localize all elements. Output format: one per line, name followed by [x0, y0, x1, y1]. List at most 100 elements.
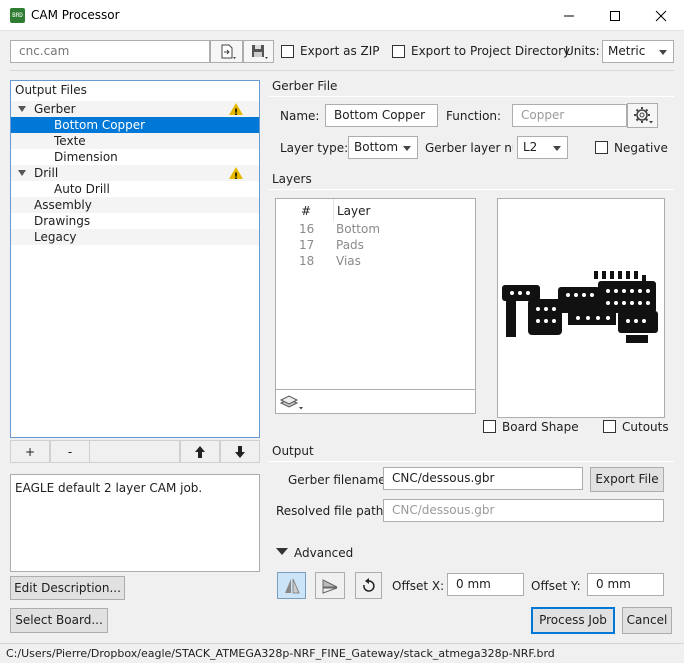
tree-header: Output Files	[15, 83, 87, 97]
description-box[interactable]: EAGLE default 2 layer CAM job.	[10, 474, 260, 572]
cutouts-checkbox[interactable]	[603, 420, 616, 433]
units-select[interactable]: Metric	[602, 40, 674, 63]
cutouts-label: Cutouts	[622, 420, 669, 434]
gerber-layer-label: Gerber layer nur	[425, 141, 513, 155]
tree-item-drawings[interactable]: Drawings	[11, 213, 259, 229]
mirror-button[interactable]	[277, 572, 306, 599]
layer-type-label: Layer type:	[280, 141, 349, 155]
tree-item-auto-drill[interactable]: Auto Drill	[11, 181, 259, 197]
tree-item-label: Drill	[34, 166, 59, 180]
negative-checkbox[interactable]	[595, 141, 608, 154]
tree-toolbar-spacer	[90, 440, 180, 463]
gerber-layer-select[interactable]: L2	[517, 136, 568, 159]
maximize-button[interactable]	[592, 0, 638, 31]
layers-edit-button[interactable]	[278, 391, 306, 413]
rotate-icon	[362, 578, 375, 592]
tree-item-legacy[interactable]: Legacy	[11, 229, 259, 245]
divider	[268, 189, 674, 190]
remove-output-button[interactable]: -	[50, 440, 90, 463]
tree-item-label: Bottom Copper	[54, 118, 146, 132]
chevron-down-icon	[553, 146, 561, 151]
layers-group-label: Layers	[272, 172, 312, 186]
app-icon: BRD	[10, 8, 25, 23]
board-shape-checkbox[interactable]	[483, 420, 496, 433]
offset-x-input[interactable]: 0 mm	[447, 573, 524, 596]
board-preview	[497, 198, 665, 418]
tree-item-drill[interactable]: Drill	[11, 165, 259, 185]
pcb-preview-image	[498, 253, 664, 363]
resolved-path-input: CNC/dessous.gbr	[383, 499, 664, 522]
close-button[interactable]	[638, 0, 684, 31]
add-label: +	[24, 445, 36, 459]
tree-item-label: Assembly	[34, 198, 92, 212]
units-label: Units:	[565, 44, 600, 58]
layer-name: Vias	[336, 254, 361, 268]
layer-name: Bottom	[336, 222, 381, 236]
layers-icon	[279, 395, 303, 410]
minimize-button[interactable]	[546, 0, 592, 31]
output-group-label: Output	[272, 444, 314, 458]
layer-type-select[interactable]: Bottom	[348, 136, 418, 159]
remove-label: -	[67, 445, 73, 459]
layers-col-num: #	[301, 204, 312, 218]
move-down-button[interactable]	[220, 440, 260, 463]
select-board-button[interactable]: Select Board...	[10, 608, 108, 633]
name-label: Name:	[280, 109, 320, 123]
chevron-down-icon	[403, 146, 411, 151]
units-value: Metric	[608, 44, 646, 58]
warning-icon	[229, 167, 243, 185]
board-shape-label: Board Shape	[502, 420, 579, 434]
tree-item-label: Gerber	[34, 102, 76, 116]
advanced-label[interactable]: Advanced	[294, 546, 353, 560]
offset-y-label: Offset Y:	[531, 579, 581, 593]
add-output-button[interactable]: +	[10, 440, 50, 463]
gerber-file-group-label: Gerber File	[272, 79, 338, 93]
negative-label: Negative	[614, 141, 668, 155]
offset-x-label: Offset X:	[392, 579, 445, 593]
layer-row[interactable]: 18 Vias	[276, 254, 475, 270]
layer-num: 17	[299, 238, 315, 252]
layers-col-layer: Layer	[337, 204, 371, 218]
layer-type-value: Bottom	[354, 140, 399, 154]
tree-item-dimension[interactable]: Dimension	[11, 149, 259, 165]
function-settings-button[interactable]	[627, 103, 658, 128]
export-file-button[interactable]: Export File	[590, 467, 664, 492]
layer-num: 16	[299, 222, 315, 236]
layer-row[interactable]: 17 Pads	[276, 238, 475, 254]
layers-list[interactable]: # Layer 16 Bottom 17 Pads 18 Vias	[275, 198, 476, 390]
load-cam-button[interactable]	[210, 40, 243, 63]
tree-item-label: Legacy	[34, 230, 77, 244]
tree-item-gerber[interactable]: Gerber	[11, 101, 259, 121]
process-job-button[interactable]: Process Job	[531, 607, 615, 634]
tree-item-bottom-copper[interactable]: Bottom Copper	[11, 117, 259, 133]
expand-arrow-icon	[18, 106, 26, 112]
save-cam-button[interactable]	[243, 40, 274, 63]
gerber-layer-value: L2	[523, 140, 538, 154]
maximize-icon	[610, 10, 620, 21]
function-input[interactable]: Copper	[512, 104, 627, 127]
gear-icon	[633, 107, 653, 124]
export-project-dir-label: Export to Project Directory	[411, 44, 571, 58]
cancel-button[interactable]: Cancel	[622, 607, 672, 634]
tree-item-texte[interactable]: Texte	[11, 133, 259, 149]
board-path: C:/Users/Pierre/Dropbox/eagle/STACK_ATME…	[6, 647, 555, 660]
advanced-expand-icon[interactable]	[276, 548, 288, 555]
close-icon	[655, 10, 667, 21]
cam-file-input[interactable]: cnc.cam	[10, 40, 210, 63]
layer-row[interactable]: 16 Bottom	[276, 222, 475, 238]
output-files-tree[interactable]: Output Files Gerber Bottom Copper Texte …	[10, 80, 260, 438]
tree-item-assembly[interactable]: Assembly	[11, 197, 259, 213]
tree-item-label: Texte	[54, 134, 86, 148]
gerber-filename-input[interactable]: CNC/dessous.gbr	[383, 467, 583, 490]
rotate-flip-button[interactable]	[315, 572, 345, 599]
open-file-icon	[221, 44, 236, 59]
move-up-button[interactable]	[180, 440, 220, 463]
offset-y-input[interactable]: 0 mm	[587, 573, 664, 596]
rotate-button[interactable]	[355, 572, 382, 599]
export-project-dir-checkbox[interactable]	[392, 45, 405, 58]
name-input[interactable]: Bottom Copper	[325, 104, 438, 127]
edit-description-button[interactable]: Edit Description...	[10, 576, 125, 600]
layer-num: 18	[299, 254, 315, 268]
export-zip-checkbox[interactable]	[281, 45, 294, 58]
tree-item-label: Drawings	[34, 214, 91, 228]
